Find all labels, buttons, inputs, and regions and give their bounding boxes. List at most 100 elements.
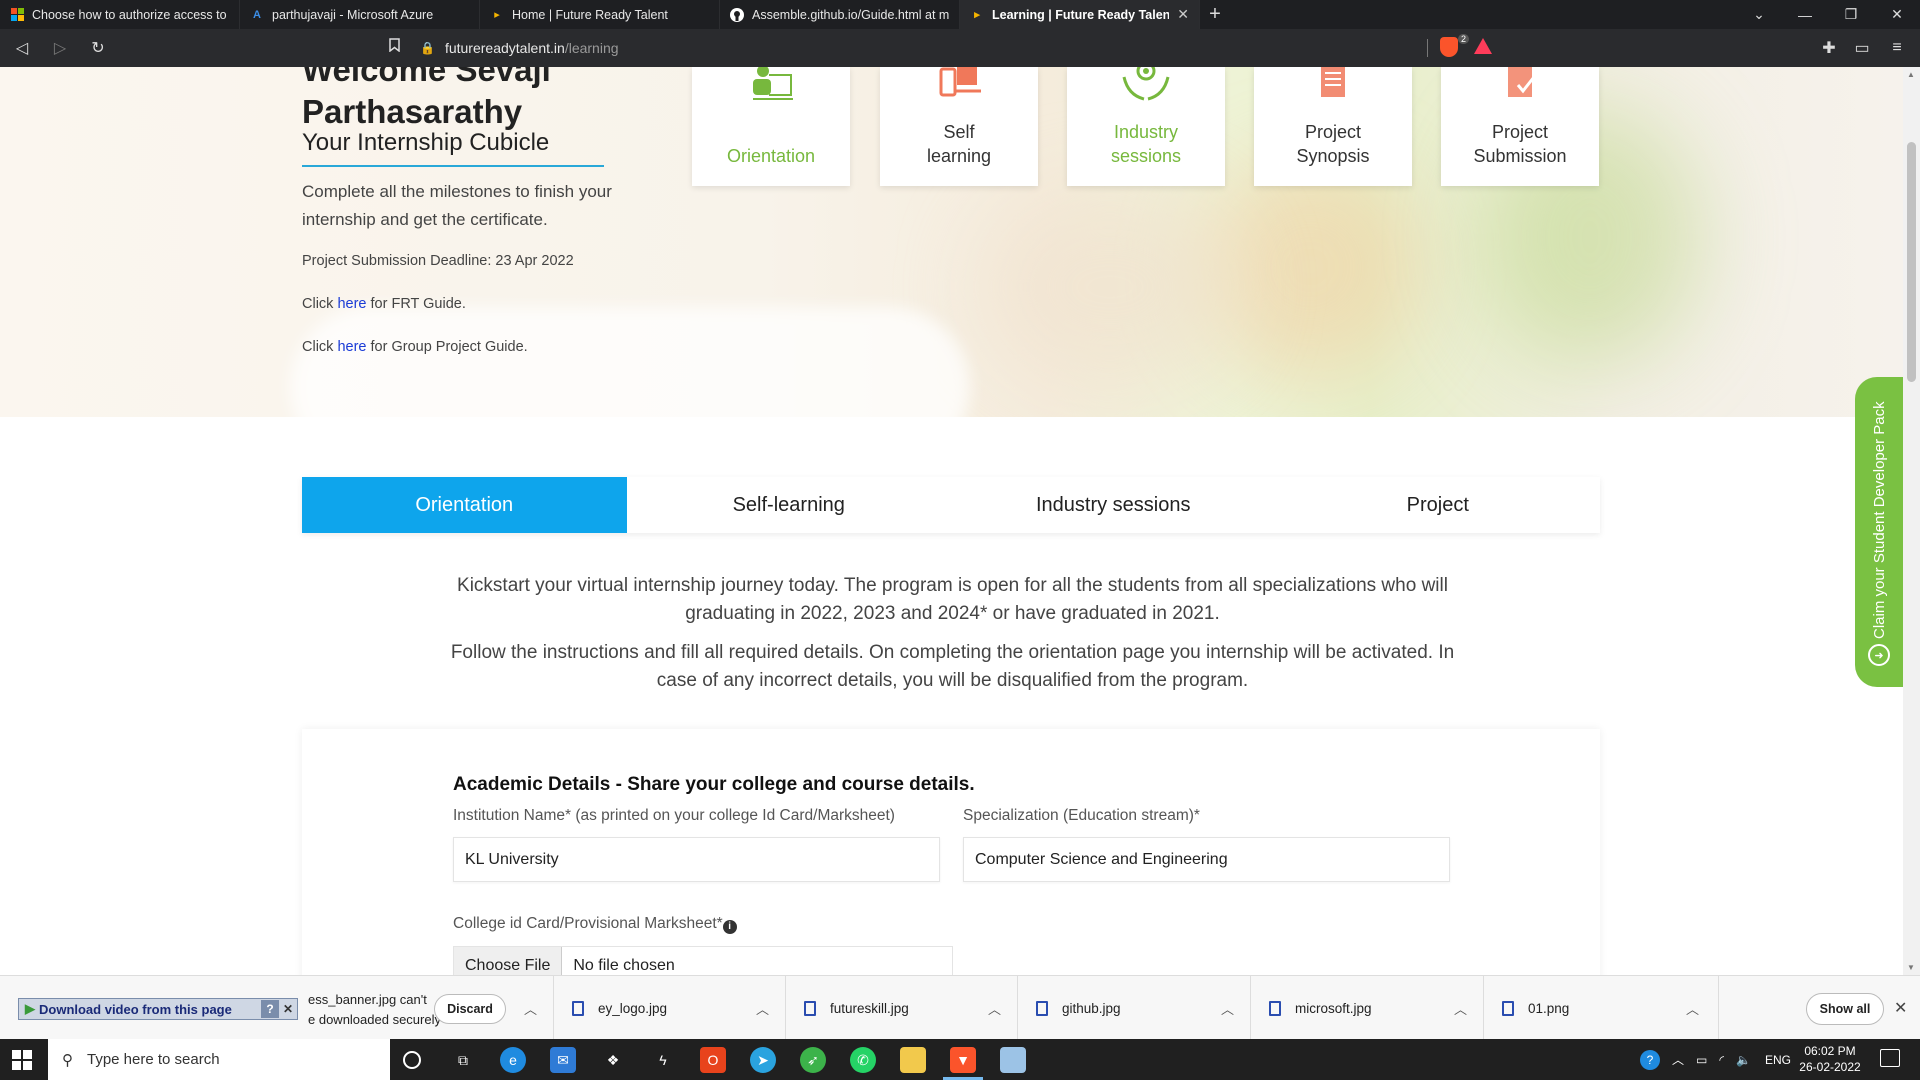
chevron-up-icon[interactable]: ︿: [988, 999, 1001, 1018]
title-underline: [302, 165, 604, 167]
telegram-icon[interactable]: ➤: [750, 1047, 776, 1073]
scroll-down-icon[interactable]: ▼: [1907, 963, 1915, 972]
idcard-file-input[interactable]: Choose File No file chosen: [453, 946, 953, 975]
restore-icon[interactable]: ❐: [1828, 0, 1874, 29]
minimize-icon[interactable]: —: [1782, 0, 1828, 29]
brave-browser-icon[interactable]: ▼: [950, 1047, 976, 1073]
wifi-icon[interactable]: ◜: [1719, 1053, 1724, 1067]
tab-search-chevron-icon[interactable]: ⌄: [1736, 0, 1782, 29]
frt-logo-icon: ▸: [494, 9, 500, 21]
warning-line-1: ess_banner.jpg can't: [308, 992, 427, 1007]
download-item[interactable]: futureskill.jpg: [785, 976, 1017, 1040]
notification-center-icon[interactable]: [1880, 1049, 1900, 1067]
milestone-card-orientation[interactable]: Orientation: [692, 67, 850, 186]
tab-industry-sessions[interactable]: Industry sessions: [951, 477, 1276, 533]
idcard-label-text: College id Card/Provisional Marksheet*: [453, 915, 723, 932]
tab-project[interactable]: Project: [1276, 477, 1601, 533]
scroll-up-icon[interactable]: ▲: [1907, 70, 1915, 79]
institution-input[interactable]: [453, 837, 940, 882]
wallet-icon[interactable]: ▭: [1849, 35, 1875, 61]
tab-self-learning[interactable]: Self-learning: [627, 477, 952, 533]
forward-icon[interactable]: ▷: [44, 32, 76, 64]
chevron-up-icon[interactable]: ︿: [524, 999, 537, 1018]
volume-icon[interactable]: 🔈: [1736, 1053, 1751, 1067]
download-item[interactable]: github.jpg: [1017, 976, 1249, 1040]
download-filename: 01.png: [1528, 1000, 1570, 1016]
task-view-icon[interactable]: ⧉: [450, 1047, 476, 1073]
milestone-card-project-synopsis[interactable]: Project Synopsis: [1254, 67, 1412, 186]
guide-suffix: for Group Project Guide.: [366, 339, 528, 355]
help-tray-icon[interactable]: ?: [1640, 1049, 1660, 1070]
file-icon: [572, 1000, 584, 1016]
chevron-up-icon[interactable]: ︿: [1454, 999, 1467, 1018]
edge-icon[interactable]: e: [500, 1047, 526, 1073]
tab-orientation[interactable]: Orientation: [302, 477, 627, 533]
download-item[interactable]: 01.png: [1483, 976, 1715, 1040]
language-indicator[interactable]: ENG: [1765, 1053, 1791, 1067]
dropbox-icon[interactable]: ❖: [600, 1047, 626, 1073]
download-video-label: Download video from this page: [39, 1001, 232, 1017]
brave-rewards-icon[interactable]: [1474, 38, 1492, 54]
close-window-icon[interactable]: ✕: [1874, 0, 1920, 29]
cortana-icon[interactable]: [403, 1051, 421, 1069]
bookmark-icon[interactable]: [389, 38, 400, 56]
chevron-up-icon[interactable]: ︿: [756, 999, 769, 1018]
browser-tab[interactable]: Choose how to authorize access to blo: [0, 0, 240, 29]
taskbar-search[interactable]: ⚲ Type here to search: [48, 1039, 390, 1080]
page-scrollbar[interactable]: ▲ ▼: [1903, 67, 1920, 975]
download-item[interactable]: microsoft.jpg: [1250, 976, 1482, 1040]
browser-tab[interactable]: Assemble.github.io/Guide.html at mai: [720, 0, 960, 29]
new-tab-button[interactable]: +: [1200, 0, 1230, 29]
milestone-card-project-submission[interactable]: Project Submission: [1441, 67, 1599, 186]
milestone-card-industry-sessions[interactable]: Industry sessions: [1067, 67, 1225, 186]
chevron-up-icon[interactable]: ︿: [1686, 999, 1699, 1018]
office-icon[interactable]: O: [700, 1047, 726, 1073]
show-all-button[interactable]: Show all: [1806, 993, 1884, 1025]
windows-start-icon[interactable]: [12, 1050, 32, 1070]
group-project-guide-link[interactable]: here: [337, 339, 366, 355]
download-shelf: ▶ Download video from this page ? ✕ ess_…: [0, 975, 1920, 1040]
close-helper-icon[interactable]: ✕: [279, 1000, 297, 1018]
orientation-intro-text: Kickstart your virtual internship journe…: [457, 575, 1448, 624]
specialization-input[interactable]: [963, 837, 1450, 882]
intro-text: Complete all the milestones to finish yo…: [302, 182, 612, 229]
menu-icon[interactable]: ≡: [1884, 35, 1910, 61]
file-icon: [1036, 1000, 1048, 1016]
scrollbar-thumb[interactable]: [1907, 142, 1916, 382]
choose-file-button[interactable]: Choose File: [454, 947, 563, 975]
back-icon[interactable]: ◁: [6, 32, 38, 64]
close-shelf-icon[interactable]: ✕: [1894, 998, 1907, 1018]
clock-date: 26-02-2022: [1799, 1060, 1861, 1074]
chevron-up-icon[interactable]: ︿: [1672, 1051, 1684, 1068]
download-video-helper[interactable]: ▶ Download video from this page ? ✕: [18, 998, 298, 1020]
file-explorer-icon[interactable]: [900, 1047, 926, 1073]
notepad-icon[interactable]: [1000, 1047, 1026, 1073]
browser-tab-active[interactable]: ▸ Learning | Future Ready Talent ✕: [960, 0, 1200, 29]
battery-icon[interactable]: ▭: [1696, 1053, 1707, 1067]
location-app-icon[interactable]: ➶: [800, 1047, 826, 1073]
academic-heading-subtitle: - Share your college and course details.: [610, 774, 975, 795]
url-field[interactable]: 🔒 futurereadytalent.in /learning: [420, 34, 1500, 62]
download-filename: futureskill.jpg: [830, 1000, 909, 1016]
browser-tab[interactable]: ▸ Home | Future Ready Talent: [480, 0, 720, 29]
frt-guide-link[interactable]: here: [337, 296, 366, 312]
bolt-app-icon[interactable]: ϟ: [650, 1047, 676, 1073]
chevron-up-icon[interactable]: ︿: [1221, 999, 1234, 1018]
download-item[interactable]: ey_logo.jpg: [553, 976, 785, 1040]
close-tab-icon[interactable]: ✕: [1177, 6, 1189, 23]
search-icon: ⚲: [62, 1051, 73, 1069]
discard-button[interactable]: Discard: [434, 994, 506, 1024]
taskbar-clock[interactable]: 06:02 PM 26-02-2022: [1794, 1043, 1866, 1075]
reload-icon[interactable]: ↻: [82, 32, 114, 64]
warning-line-2: e downloaded securely: [308, 1012, 441, 1027]
extensions-icon[interactable]: ✚: [1816, 35, 1842, 61]
help-icon[interactable]: ?: [261, 1000, 279, 1018]
milestone-card-self-learning[interactable]: Self learning: [880, 67, 1038, 186]
whatsapp-icon[interactable]: ✆: [850, 1047, 876, 1073]
brave-shields-icon[interactable]: [1440, 37, 1458, 57]
download-filename: microsoft.jpg: [1295, 1000, 1372, 1016]
info-icon[interactable]: i: [722, 920, 737, 934]
browser-tab[interactable]: A parthujavaji - Microsoft Azure: [240, 0, 480, 29]
mail-icon[interactable]: ✉: [550, 1047, 576, 1073]
claim-developer-pack-banner[interactable]: Claim your Student Developer Pack ➜: [1855, 377, 1903, 687]
